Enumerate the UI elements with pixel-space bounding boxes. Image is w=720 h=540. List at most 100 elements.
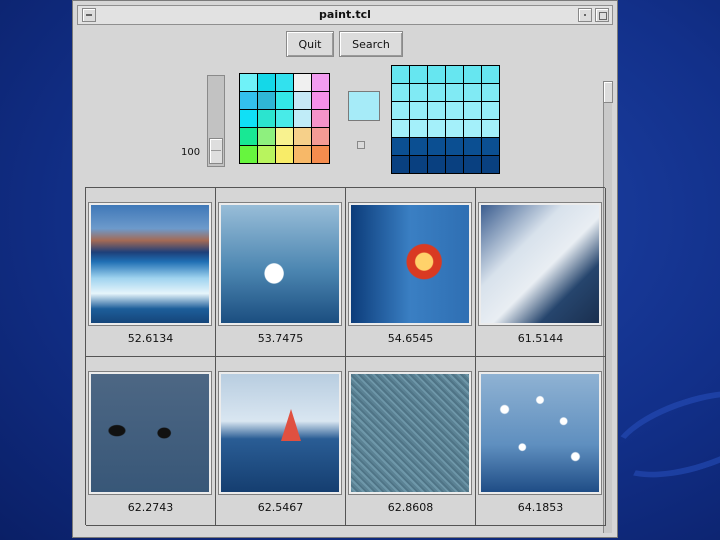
shade-color-cell[interactable]: [392, 84, 409, 101]
palette-color-cell[interactable]: [276, 128, 293, 145]
shade-color-cell[interactable]: [482, 120, 499, 137]
shade-color-cell[interactable]: [464, 156, 481, 173]
result-cell[interactable]: 64.1853: [476, 357, 606, 526]
shade-palette[interactable]: [391, 65, 500, 174]
result-cell[interactable]: 62.8608: [346, 357, 476, 526]
result-cell[interactable]: 61.5144: [476, 188, 606, 357]
shade-color-cell[interactable]: [464, 120, 481, 137]
shade-color-cell[interactable]: [410, 156, 427, 173]
palette-color-cell[interactable]: [312, 74, 329, 91]
result-score: 62.2743: [127, 501, 174, 514]
palette-color-cell[interactable]: [294, 128, 311, 145]
result-cell[interactable]: 62.5467: [216, 357, 346, 526]
brightness-slider[interactable]: [207, 75, 225, 167]
shade-color-cell[interactable]: [428, 156, 445, 173]
palette-color-cell[interactable]: [258, 146, 275, 163]
palette-color-cell[interactable]: [276, 92, 293, 109]
window-title: paint.tcl: [319, 8, 371, 21]
result-image-ducks[interactable]: [88, 371, 212, 495]
palette-color-cell[interactable]: [276, 110, 293, 127]
shade-color-cell[interactable]: [428, 84, 445, 101]
palette-color-cell[interactable]: [312, 92, 329, 109]
shade-color-cell[interactable]: [428, 138, 445, 155]
palette-color-cell[interactable]: [258, 128, 275, 145]
result-cell[interactable]: 52.6134: [86, 188, 216, 357]
palette-color-cell[interactable]: [258, 74, 275, 91]
palette-color-cell[interactable]: [240, 146, 257, 163]
shade-color-cell[interactable]: [482, 84, 499, 101]
palette-color-cell[interactable]: [312, 128, 329, 145]
shade-color-cell[interactable]: [482, 66, 499, 83]
result-score: 53.7475: [257, 332, 304, 345]
color-palette[interactable]: [239, 73, 330, 164]
shade-color-cell[interactable]: [446, 120, 463, 137]
result-cell[interactable]: 54.6545: [346, 188, 476, 357]
palette-color-cell[interactable]: [312, 110, 329, 127]
result-score: 61.5144: [517, 332, 564, 345]
result-score: 52.6134: [127, 332, 174, 345]
palette-color-cell[interactable]: [294, 146, 311, 163]
slider-handle[interactable]: [209, 138, 223, 164]
option-checkbox[interactable]: [357, 141, 365, 149]
result-cell[interactable]: 62.2743: [86, 357, 216, 526]
selected-color-swatch: [348, 91, 380, 121]
paint-window: paint.tcl Quit Search 100 52.6134 53.747…: [72, 0, 618, 538]
palette-color-cell[interactable]: [294, 74, 311, 91]
palette-color-cell[interactable]: [258, 92, 275, 109]
shade-color-cell[interactable]: [392, 120, 409, 137]
shade-color-cell[interactable]: [464, 102, 481, 119]
search-button[interactable]: Search: [339, 31, 403, 57]
shade-color-cell[interactable]: [392, 66, 409, 83]
shade-color-cell[interactable]: [446, 102, 463, 119]
palette-color-cell[interactable]: [240, 92, 257, 109]
shade-color-cell[interactable]: [410, 138, 427, 155]
palette-color-cell[interactable]: [294, 110, 311, 127]
shade-color-cell[interactable]: [428, 102, 445, 119]
result-image-apple[interactable]: [348, 202, 472, 326]
palette-color-cell[interactable]: [312, 146, 329, 163]
shade-color-cell[interactable]: [482, 156, 499, 173]
minimize-button[interactable]: [578, 8, 592, 22]
shade-color-cell[interactable]: [410, 102, 427, 119]
maximize-button[interactable]: [595, 8, 609, 22]
quit-button[interactable]: Quit: [286, 31, 334, 57]
result-cell[interactable]: 53.7475: [216, 188, 346, 357]
shade-color-cell[interactable]: [446, 66, 463, 83]
shade-color-cell[interactable]: [482, 138, 499, 155]
result-image-seagulls[interactable]: [478, 371, 602, 495]
shade-color-cell[interactable]: [446, 138, 463, 155]
shade-color-cell[interactable]: [428, 120, 445, 137]
result-image-windsurfers[interactable]: [218, 371, 342, 495]
results-grid: 52.6134 53.7475 54.6545 61.5144 62.2743 …: [85, 187, 606, 526]
shade-color-cell[interactable]: [464, 84, 481, 101]
background-decoration: [601, 373, 720, 495]
palette-color-cell[interactable]: [240, 74, 257, 91]
shade-color-cell[interactable]: [410, 120, 427, 137]
shade-color-cell[interactable]: [392, 138, 409, 155]
shade-color-cell[interactable]: [446, 156, 463, 173]
shade-color-cell[interactable]: [392, 102, 409, 119]
palette-color-cell[interactable]: [258, 110, 275, 127]
shade-color-cell[interactable]: [392, 156, 409, 173]
scrollbar-thumb[interactable]: [603, 81, 613, 103]
result-score: 64.1853: [517, 501, 564, 514]
result-image-texture[interactable]: [348, 371, 472, 495]
shade-color-cell[interactable]: [428, 66, 445, 83]
palette-color-cell[interactable]: [240, 110, 257, 127]
shade-color-cell[interactable]: [410, 66, 427, 83]
result-score: 62.8608: [387, 501, 434, 514]
palette-color-cell[interactable]: [240, 128, 257, 145]
result-score: 62.5467: [257, 501, 304, 514]
shade-color-cell[interactable]: [410, 84, 427, 101]
result-image-swan[interactable]: [218, 202, 342, 326]
result-image-sailboat[interactable]: [478, 202, 602, 326]
result-score: 54.6545: [387, 332, 434, 345]
palette-color-cell[interactable]: [294, 92, 311, 109]
palette-color-cell[interactable]: [276, 74, 293, 91]
shade-color-cell[interactable]: [446, 84, 463, 101]
shade-color-cell[interactable]: [464, 138, 481, 155]
result-image-iceberg[interactable]: [88, 202, 212, 326]
shade-color-cell[interactable]: [464, 66, 481, 83]
palette-color-cell[interactable]: [276, 146, 293, 163]
shade-color-cell[interactable]: [482, 102, 499, 119]
